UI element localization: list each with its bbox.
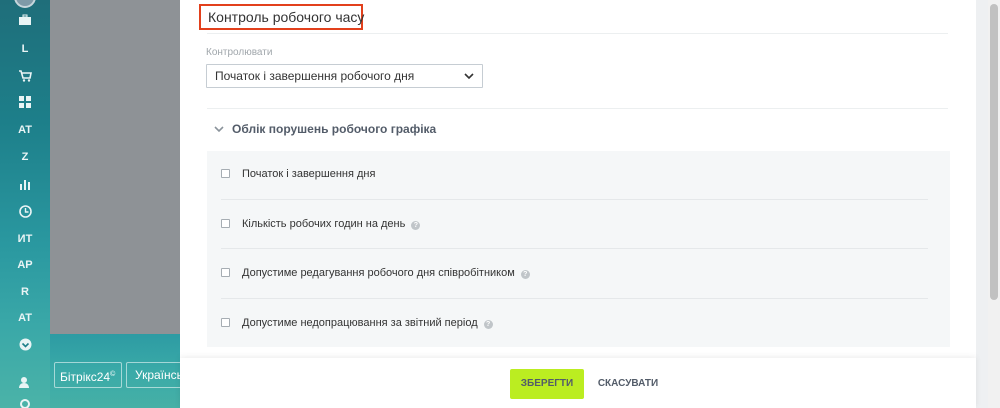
option-row: Кількість робочих годин на день?: [221, 218, 421, 230]
violations-header: Облік порушень робочого графіка: [232, 122, 437, 136]
clock-icon[interactable]: [0, 205, 50, 222]
option-row: Початок і завершення дня: [221, 168, 375, 180]
checkbox-hours-per-day[interactable]: [221, 219, 230, 228]
option-label: Допустиме редагування робочого дня співр…: [242, 267, 515, 279]
help-icon[interactable]: ?: [520, 270, 530, 279]
cart-icon[interactable]: [0, 70, 50, 86]
sidebar-item-r[interactable]: R: [0, 285, 50, 299]
panel-edge: [976, 0, 988, 408]
option-row: Допустиме недопрацювання за звітний пері…: [221, 317, 493, 329]
briefcase-icon[interactable]: [0, 14, 50, 30]
chevron-down-icon: [214, 126, 224, 133]
sidebar-item-at[interactable]: AT: [0, 123, 50, 137]
option-label: Кількість робочих годин на день: [242, 218, 406, 230]
option-label: Початок і завершення дня: [242, 168, 376, 180]
checkbox-underwork-period[interactable]: [221, 318, 230, 327]
divider: [221, 199, 928, 200]
violations-group-toggle[interactable]: Облік порушень робочого графіка: [214, 122, 436, 136]
chevron-down-circle-icon[interactable]: [0, 338, 50, 355]
grid-icon[interactable]: [0, 96, 50, 112]
cancel-button[interactable]: СКАСУВАТИ: [592, 369, 664, 399]
sidebar-item-it[interactable]: ИТ: [0, 232, 50, 246]
divider: [207, 33, 948, 34]
sidebar-item-z[interactable]: Z: [0, 150, 50, 164]
help-icon[interactable]: ?: [483, 320, 493, 329]
scrollbar-thumb[interactable]: [990, 4, 998, 300]
left-sidebar: L AT Z ИТ AP R AT: [0, 0, 50, 408]
checkbox-day-start-end[interactable]: [221, 169, 230, 178]
sidebar-item-at-2[interactable]: AT: [0, 311, 50, 325]
control-select-value: Початок і завершення робочого дня: [215, 69, 415, 83]
control-label: Контролювати: [206, 47, 273, 58]
brand-copyright: ©: [110, 371, 116, 378]
help-icon[interactable]: ?: [411, 221, 421, 230]
chevron-down-icon: [464, 73, 474, 80]
option-label: Допустиме недопрацювання за звітний пері…: [242, 317, 478, 329]
divider: [221, 248, 928, 249]
modal-overlay[interactable]: [50, 0, 180, 334]
brand-label: Бітрікс24: [60, 370, 111, 384]
gear-icon[interactable]: [0, 398, 50, 408]
option-row: Допустиме редагування робочого дня співр…: [221, 267, 530, 279]
section-title: Контроль робочого часу: [199, 4, 364, 30]
checkbox-edit-workday[interactable]: [221, 268, 230, 277]
divider: [207, 108, 948, 109]
divider: [221, 298, 928, 299]
user-add-icon[interactable]: [0, 376, 50, 392]
language-selector[interactable]: Українська: [126, 362, 180, 388]
save-button[interactable]: ЗБЕРЕГТИ: [510, 369, 584, 399]
sidebar-item-ap[interactable]: AP: [0, 258, 50, 272]
bitrix24-brand-button[interactable]: Бітрікс24©: [54, 362, 122, 388]
control-select[interactable]: Початок і завершення робочого дня: [206, 64, 483, 88]
bar-chart-icon[interactable]: [0, 178, 50, 194]
user-avatar[interactable]: [14, 0, 36, 8]
sidebar-item-l[interactable]: L: [0, 42, 50, 56]
